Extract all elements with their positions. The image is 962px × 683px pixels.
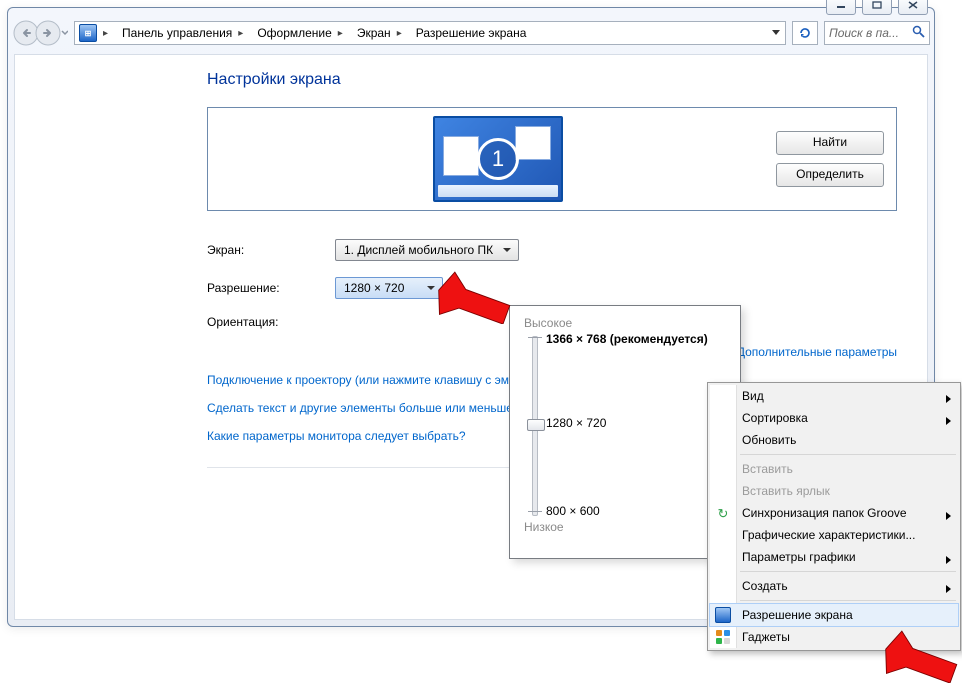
detect-button[interactable]: Определить <box>776 163 884 187</box>
minimize-button[interactable] <box>826 0 856 15</box>
chevron-down-icon <box>424 281 438 295</box>
breadcrumb-label: Оформление <box>257 26 331 40</box>
close-button[interactable] <box>898 0 928 15</box>
res-option-mid[interactable]: 1280 × 720 <box>546 416 606 430</box>
display-icon <box>715 607 731 623</box>
res-option-top[interactable]: 1366 × 768 (рекомендуется) <box>546 332 708 346</box>
label-resolution: Разрешение: <box>207 281 335 295</box>
chevron-down-icon <box>500 243 514 257</box>
ctx-groove-sync[interactable]: ↻ Синхронизация папок Groove <box>710 502 958 524</box>
breadcrumb-label: Экран <box>357 26 391 40</box>
search-placeholder: Поиск в па... <box>829 26 908 40</box>
submenu-arrow-icon <box>946 509 952 523</box>
advanced-link[interactable]: Дополнительные параметры <box>737 345 897 359</box>
toolbar: ⊞▸ Панель управления▸ Оформление▸ Экран▸… <box>12 16 930 50</box>
monitor-thumb[interactable]: 1 <box>433 116 563 202</box>
sync-icon: ↻ <box>715 505 731 521</box>
ctx-gadgets[interactable]: Гаджеты <box>710 626 958 648</box>
breadcrumb-label: Панель управления <box>122 26 232 40</box>
gadgets-icon <box>715 629 731 645</box>
ctx-sort[interactable]: Сортировка <box>710 407 958 429</box>
submenu-arrow-icon <box>946 553 952 567</box>
resolution-combo[interactable]: 1280 × 720 <box>335 277 443 299</box>
ctx-paste-shortcut: Вставить ярлык <box>710 480 958 502</box>
ctx-screen-resolution[interactable]: Разрешение экрана <box>710 604 958 626</box>
search-input[interactable]: Поиск в па... <box>824 21 930 45</box>
submenu-arrow-icon <box>946 414 952 428</box>
breadcrumb-item[interactable]: Экран▸ <box>349 22 408 44</box>
ctx-view[interactable]: Вид <box>710 385 958 407</box>
resolution-combo-value: 1280 × 720 <box>344 281 404 295</box>
breadcrumb-item[interactable]: Разрешение экрана <box>408 22 533 44</box>
refresh-icon <box>798 26 812 40</box>
maximize-button[interactable] <box>862 0 892 15</box>
ctx-refresh[interactable]: Обновить <box>710 429 958 451</box>
resolution-slider[interactable]: 1366 × 768 (рекомендуется) 1280 × 720 80… <box>524 336 726 514</box>
submenu-arrow-icon <box>946 582 952 596</box>
refresh-button[interactable] <box>792 21 818 45</box>
ctx-gfx-params[interactable]: Параметры графики <box>710 546 958 568</box>
label-screen: Экран: <box>207 243 335 257</box>
monitor-number: 1 <box>477 138 519 180</box>
label-orientation: Ориентация: <box>207 315 335 329</box>
nav-back-forward[interactable] <box>12 18 68 48</box>
address-bar[interactable]: ⊞▸ Панель управления▸ Оформление▸ Экран▸… <box>74 21 786 45</box>
ctx-paste: Вставить <box>710 458 958 480</box>
find-button[interactable]: Найти <box>776 131 884 155</box>
desktop-context-menu: Вид Сортировка Обновить Вставить Вставит… <box>707 382 961 651</box>
page-title: Настройки экрана <box>207 71 897 89</box>
label-low: Низкое <box>524 520 726 534</box>
search-icon <box>912 25 925 41</box>
ctx-gfx-props[interactable]: Графические характеристики... <box>710 524 958 546</box>
breadcrumb-item[interactable]: Оформление▸ <box>249 22 349 44</box>
res-option-bot[interactable]: 800 × 600 <box>546 504 600 518</box>
address-dropdown-icon[interactable] <box>766 22 785 44</box>
label-high: Высокое <box>524 316 726 330</box>
control-panel-icon[interactable]: ⊞▸ <box>75 22 114 44</box>
submenu-arrow-icon <box>946 392 952 406</box>
screen-combo[interactable]: 1. Дисплей мобильного ПК <box>335 239 519 261</box>
window-caption-buttons <box>826 0 928 15</box>
display-preview: 1 Найти Определить <box>207 107 897 211</box>
slider-thumb[interactable] <box>527 419 545 431</box>
ctx-new[interactable]: Создать <box>710 575 958 597</box>
breadcrumb-label: Разрешение экрана <box>416 26 527 40</box>
breadcrumb-item[interactable]: Панель управления▸ <box>114 22 249 44</box>
screen-combo-value: 1. Дисплей мобильного ПК <box>344 243 493 257</box>
